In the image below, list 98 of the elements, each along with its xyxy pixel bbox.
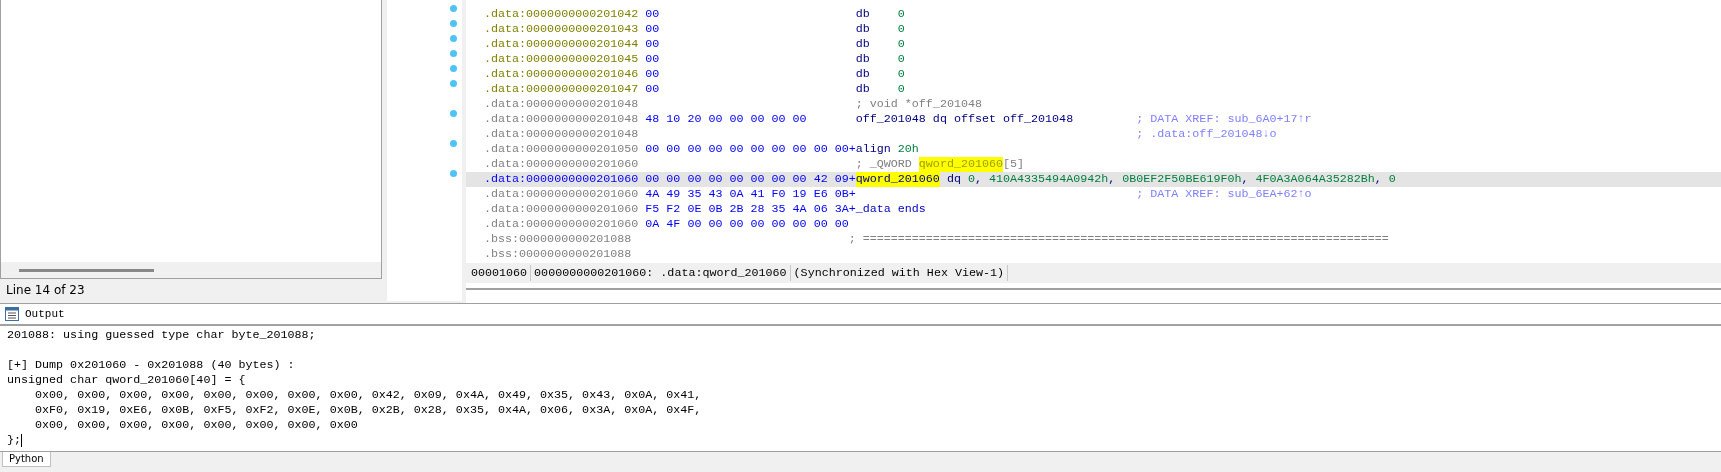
number-literal: 0 [897, 22, 905, 37]
code-keyword: dq offset [931, 112, 997, 127]
byte-values: 00 00 00 00 00 00 00 00 00 00+ [645, 142, 856, 157]
output-line: 0x00, 0x00, 0x00, 0x00, 0x00, 0x00, 0x00, 0x00 [34, 418, 358, 433]
listing-line[interactable]: .data:0000000000201042 00 db 0 [466, 7, 1721, 22]
listing-line[interactable]: .bss:0000000000201088 [466, 247, 1721, 262]
address-text: .data:0000000000201045 [484, 52, 639, 67]
status-text: 0000000000201060: .data:qword_201060 [531, 265, 791, 281]
byte-values: 00 [645, 37, 660, 52]
code-keyword: db [855, 52, 871, 67]
output-line: [+] Dump 0x201060 - 0x201088 (40 bytes) : [7, 358, 295, 373]
address-text: .data:0000000000201043 [484, 22, 639, 37]
code-keyword: , [1108, 172, 1117, 187]
address-text: .data:0000000000201044 [484, 37, 639, 52]
number-literal: 4F0A3A064A35282Bh [1255, 172, 1375, 187]
code-keyword: db [855, 82, 871, 97]
address-text: .data:0000000000201050 [484, 142, 639, 157]
code-comment: ; =========================================================================== [848, 232, 1389, 247]
listing-line[interactable]: .bss:0000000000201088 ; =========================================================================== [466, 232, 1721, 247]
output-line: }; [7, 433, 22, 448]
code-keyword: , [1241, 172, 1250, 187]
listing-line[interactable]: .data:0000000000201048 ; void *off_201048 [466, 97, 1721, 112]
output-line: 0xF0, 0x19, 0xE6, 0x0B, 0xF5, 0xF2, 0x0E, 0x0B, 0x2B, 0x28, 0x35, 0x4A, 0x06, 0x3A, 0x0A, 0x4F, [34, 403, 702, 418]
python-tab[interactable]: Python [2, 452, 51, 467]
byte-values: 00 [645, 82, 660, 97]
xref-comment: ; DATA XREF: sub_6A0+17↑r [1136, 112, 1312, 127]
listing-line[interactable]: .data:0000000000201060 F5 F2 0E 0B 2B 28 35 4A 06 3A+_data ends [466, 202, 1721, 217]
address-text: .data:0000000000201046 [484, 67, 639, 82]
number-literal: 0 [897, 67, 905, 82]
listing-line[interactable]: .data:0000000000201048 48 10 20 00 00 00 00 00 off_201048 dq offset off_201048 ; DATA XREF: sub_6A0+17↑r [466, 112, 1721, 127]
number-literal: 0 [897, 7, 905, 22]
byte-values: 48 10 20 00 00 00 00 00 [645, 112, 807, 127]
address-text: .data:0000000000201048 [484, 112, 639, 127]
output-title: Output [25, 308, 65, 320]
code-keyword: align [855, 142, 892, 157]
byte-values: 00 00 00 00 00 00 00 00 42 09+ [645, 172, 856, 187]
byte-values: 00 [645, 22, 660, 37]
listing-line[interactable]: .data:0000000000201044 00 db 0 [466, 37, 1721, 52]
line-status: Line 14 of 23 [6, 283, 85, 297]
byte-values: 4A 49 35 43 0A 41 F0 19 E6 0B+ [645, 187, 856, 202]
output-line: 201088: using guessed type char byte_201088; [7, 328, 316, 343]
code-keyword: db [855, 37, 871, 52]
code-keyword: , [1374, 172, 1383, 187]
listing-line[interactable]: .data:0000000000201050 00 00 00 00 00 00 00 00 00 00+align 20h [466, 142, 1721, 157]
number-literal: 0B0EF2F50BE619F0h [1122, 172, 1242, 187]
number-literal: 20h [897, 142, 919, 157]
address-text: .data:0000000000201048 [484, 97, 639, 112]
code-keyword: db [855, 7, 871, 22]
code-keyword: dq [945, 172, 962, 187]
text-cursor [21, 434, 23, 447]
address-text: .data:0000000000201060 [484, 217, 639, 232]
number-literal: 0 [967, 172, 975, 187]
address-text: .data:0000000000201060 [484, 157, 639, 172]
address-text: .bss:0000000000201088 [484, 232, 632, 247]
highlighted-symbol: qword_201060 [918, 157, 1003, 172]
address-text: .data:0000000000201042 [484, 7, 639, 22]
output-line: 0x00, 0x00, 0x00, 0x00, 0x00, 0x00, 0x00, 0x00, 0x42, 0x09, 0x4A, 0x49, 0x35, 0x43, 0x0A, 0x41, [34, 388, 702, 403]
listing-line[interactable]: .data:0000000000201060 0A 4F 00 00 00 00 00 00 00 00 [466, 217, 1721, 232]
listing-line[interactable]: .data:0000000000201048 ; .data:off_201048↓o [466, 127, 1721, 142]
xref-comment: ; .data:off_201048↓o [1136, 127, 1277, 142]
byte-values: F5 F2 0E 0B 2B 28 35 4A 06 3A+ [645, 202, 856, 217]
output-line: unsigned char qword_201060[40] = { [7, 373, 246, 388]
horizontal-scrollbar[interactable] [1, 262, 381, 278]
address-text: .data:0000000000201048 [484, 127, 639, 142]
address-text: .data:0000000000201060 [484, 172, 639, 187]
address-text: .data:0000000000201060 [484, 187, 639, 202]
code-comment: ; void *off_201048 [855, 97, 982, 112]
byte-values: 00 [645, 67, 660, 82]
status-text: (Synchronized with Hex View-1) [790, 265, 1009, 281]
listing-line[interactable]: .data:0000000000201060 4A 49 35 43 0A 41 F0 19 E6 0B+ ; DATA XREF: sub_6EA+62↑o [466, 187, 1721, 202]
byte-values: 0A 4F 00 00 00 00 00 00 00 00 [645, 217, 849, 232]
address-text: .bss:0000000000201088 [484, 247, 632, 262]
byte-values: 00 [645, 52, 660, 67]
number-literal: 0 [897, 82, 905, 97]
highlighted-symbol: qword_201060 [855, 172, 940, 187]
listing-line[interactable]: .data:0000000000201046 00 db 0 [466, 67, 1721, 82]
status-text: 00001060 [468, 265, 532, 281]
byte-values: 00 [645, 7, 660, 22]
address-text: .data:0000000000201060 [484, 202, 639, 217]
listing-line[interactable]: .data:0000000000201045 00 db 0 [466, 52, 1721, 67]
listing-line[interactable]: .data:0000000000201060 ; _QWORD qword_201060[5] [466, 157, 1721, 172]
code-keyword: off_201048 [855, 112, 926, 127]
listing-line[interactable]: .data:0000000000201047 00 db 0 [466, 82, 1721, 97]
number-literal: 0 [897, 37, 905, 52]
code-comment: ; _QWORD [855, 157, 913, 172]
xref-comment: ; DATA XREF: sub_6EA+62↑o [1136, 187, 1312, 202]
code-directive: _data ends [855, 202, 926, 217]
code-comment: [5] [1003, 157, 1025, 172]
code-keyword: , [974, 172, 983, 187]
number-literal: 0 [1388, 172, 1396, 187]
number-literal: 410A4335494A0942h [989, 172, 1109, 187]
number-literal: 0 [897, 52, 905, 67]
listing-line[interactable]: .data:0000000000201043 00 db 0 [466, 22, 1721, 37]
code-keyword: db [855, 67, 871, 82]
code-keyword: db [855, 22, 871, 37]
code-keyword: off_201048 [1003, 112, 1074, 127]
document-icon [5, 307, 19, 321]
address-text: .data:0000000000201047 [484, 82, 639, 97]
